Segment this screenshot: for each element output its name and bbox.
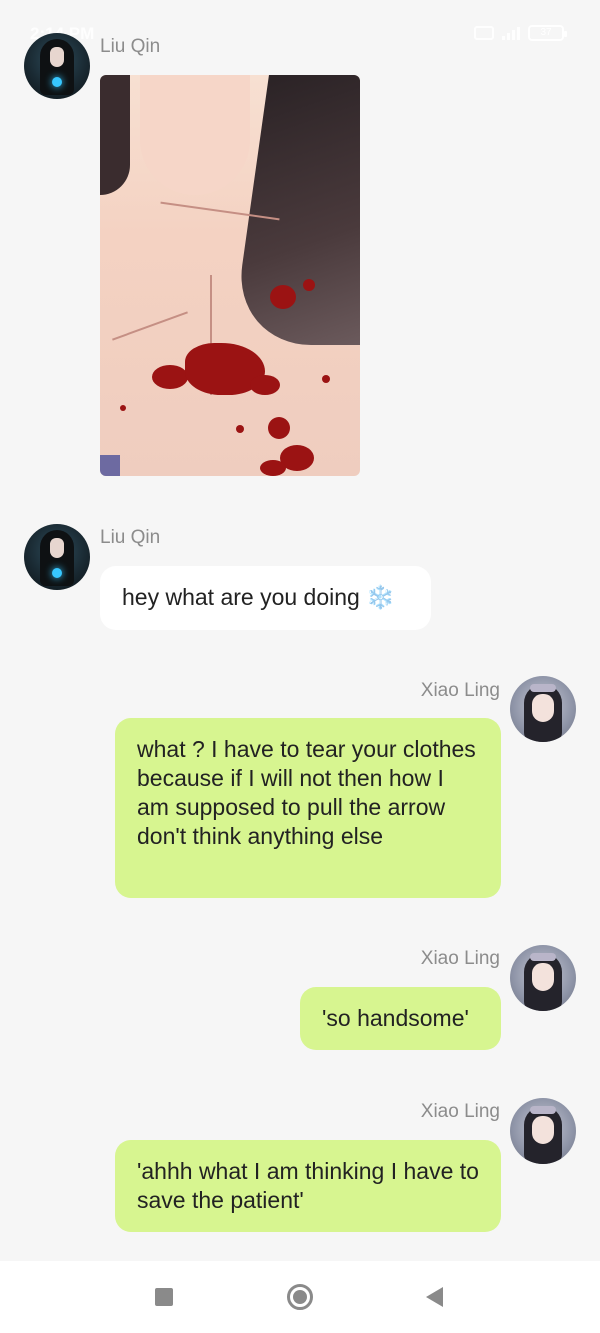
message-bubble-outgoing[interactable]: 'so handsome': [300, 987, 501, 1050]
avatar-xiao-ling[interactable]: [510, 1098, 576, 1164]
back-icon: [425, 1287, 443, 1307]
home-icon: [287, 1284, 313, 1310]
avatar-xiao-ling[interactable]: [510, 676, 576, 742]
message-bubble-incoming[interactable]: hey what are you doing ❄️: [100, 566, 431, 630]
signal-icon: [502, 26, 520, 40]
sender-name: Xiao Ling: [420, 1101, 500, 1122]
status-bar: 2:14 PM 37: [0, 0, 600, 44]
sender-name: Liu Qin: [100, 36, 161, 57]
avatar-liu-qin[interactable]: [24, 33, 90, 99]
home-button[interactable]: [260, 1261, 340, 1333]
message-bubble-outgoing[interactable]: 'ahhh what I am thinking I have to save …: [115, 1140, 501, 1232]
sender-name: Liu Qin: [100, 527, 161, 548]
avatar-liu-qin[interactable]: [24, 524, 90, 590]
status-icons: 37: [474, 25, 567, 41]
message-bubble-outgoing[interactable]: what ? I have to tear your clothes becau…: [115, 718, 501, 898]
recent-apps-icon: [155, 1288, 173, 1306]
recent-apps-button[interactable]: [124, 1261, 204, 1333]
blood-splatter: [270, 285, 296, 309]
avatar-xiao-ling[interactable]: [510, 945, 576, 1011]
sender-name: Xiao Ling: [420, 680, 500, 701]
back-button[interactable]: [394, 1261, 474, 1333]
battery-icon: 37: [528, 25, 567, 41]
notification-icon: [474, 26, 494, 40]
image-message[interactable]: [100, 75, 360, 476]
sender-name: Xiao Ling: [420, 948, 500, 969]
navigation-bar: [0, 1261, 600, 1333]
